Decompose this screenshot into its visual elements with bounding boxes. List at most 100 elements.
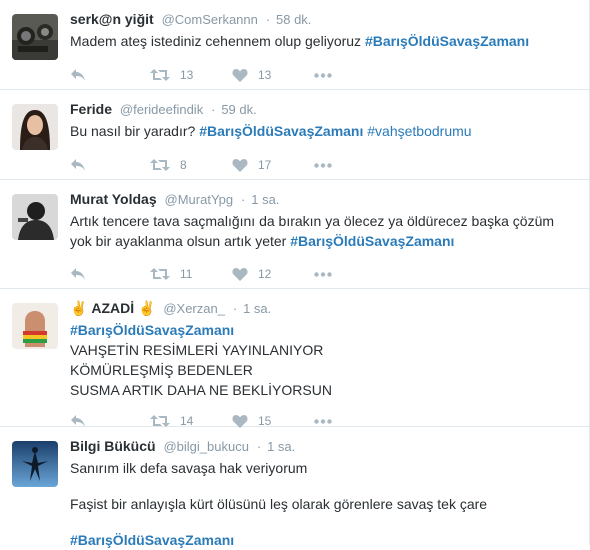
- like-button[interactable]: 12: [232, 267, 314, 281]
- more-button[interactable]: [314, 72, 332, 78]
- display-name[interactable]: Murat Yoldaş: [70, 191, 157, 207]
- heart-icon: [232, 68, 248, 82]
- tweet-body: VAHŞETİN RESİMLERİ YAYINLANIYOR: [70, 342, 324, 358]
- display-name[interactable]: serk@n yiğit: [70, 11, 154, 27]
- retweet-icon: [150, 267, 170, 281]
- reply-button[interactable]: [70, 68, 150, 82]
- tweet-body: Sanırım ilk defa savaşa hak veriyorum: [70, 460, 308, 476]
- tweet-header: Feride @ferideefindik · 59 dk.: [70, 100, 577, 119]
- heart-icon: [232, 267, 248, 281]
- tweet-item[interactable]: serk@n yiğit @ComSerkannn · 58 dk. Madem…: [0, 0, 589, 90]
- username[interactable]: @ferideefindik: [120, 102, 203, 117]
- tweet-body: Bu nasıl bir yaradır?: [70, 123, 196, 139]
- tweet-item[interactable]: Bilgi Bükücü @bilgi_bukucu · 1 sa. Sanır…: [0, 427, 589, 548]
- tweet-header: serk@n yiğit @ComSerkannn · 58 dk.: [70, 10, 577, 29]
- retweet-icon: [150, 68, 170, 82]
- hashtag-link[interactable]: #BarışÖldüSavaşZamanı: [365, 33, 529, 49]
- heart-icon: [232, 414, 248, 428]
- more-icon: [314, 271, 332, 277]
- tweet-timeline: serk@n yiğit @ComSerkannn · 58 dk. Madem…: [0, 0, 590, 548]
- tweet-actions: 11 12: [70, 256, 577, 292]
- tweet-body: Madem ateş istediniz cehennem olup geliy…: [70, 33, 362, 49]
- avatar[interactable]: [12, 104, 58, 150]
- avatar[interactable]: [12, 14, 58, 60]
- like-button[interactable]: 15: [232, 414, 314, 428]
- username[interactable]: @bilgi_bukucu: [163, 439, 248, 454]
- heart-icon: [232, 158, 248, 172]
- tweet-header: Bilgi Bükücü @bilgi_bukucu · 1 sa.: [70, 437, 577, 456]
- tweet-body: SUSMA ARTIK DAHA NE BEKLİYORSUN: [70, 382, 332, 398]
- like-button[interactable]: 17: [232, 158, 314, 172]
- tweet-actions: 13 13: [70, 57, 577, 93]
- more-icon: [314, 418, 332, 424]
- retweet-button[interactable]: 8: [150, 158, 232, 172]
- reply-button[interactable]: [70, 267, 150, 281]
- hashtag-link[interactable]: #BarışÖldüSavaşZamanı: [70, 530, 577, 550]
- reply-icon: [70, 267, 86, 281]
- reply-icon: [70, 414, 86, 428]
- victory-hand-icon: ✌: [138, 300, 156, 316]
- username[interactable]: @MuratYpg: [165, 192, 234, 207]
- separator-dot: ·: [232, 301, 238, 316]
- reply-icon: [70, 158, 86, 172]
- more-icon: [314, 162, 332, 168]
- like-count: 17: [258, 158, 272, 172]
- tweet-body: yok bir ayaklanma olsun artık yeter: [70, 233, 287, 249]
- like-count: 12: [258, 267, 272, 281]
- tweet-header: ✌ AZADİ ✌ @Xerzan_ · 1 sa.: [70, 299, 577, 318]
- tweet-text: Bu nasıl bir yaradır? #BarışÖldüSavaşZam…: [70, 121, 577, 141]
- more-button[interactable]: [314, 271, 332, 277]
- tweet-text: #BarışÖldüSavaşZamanı VAHŞETİN RESİMLERİ…: [70, 320, 577, 400]
- victory-hand-icon: ✌: [70, 300, 88, 316]
- tweet-text: Artık tencere tava saçmalığını da bırakı…: [70, 211, 577, 251]
- hashtag-link[interactable]: #vahşetbodrumu: [367, 123, 471, 139]
- retweet-button[interactable]: 11: [150, 267, 232, 281]
- retweet-icon: [150, 414, 170, 428]
- tweet-body: Artık tencere tava saçmalığını da bırakı…: [70, 213, 555, 229]
- timestamp[interactable]: 1 sa.: [267, 439, 295, 454]
- more-icon: [314, 72, 332, 78]
- separator-dot: ·: [241, 192, 246, 207]
- retweet-count: 14: [180, 414, 194, 428]
- tweet-text: Madem ateş istediniz cehennem olup geliy…: [70, 31, 577, 51]
- retweet-button[interactable]: 13: [150, 68, 232, 82]
- like-count: 13: [258, 68, 272, 82]
- like-count: 15: [258, 414, 272, 428]
- tweet-text: Sanırım ilk defa savaşa hak veriyorum Fa…: [70, 458, 577, 550]
- display-name[interactable]: Feride: [70, 101, 112, 117]
- more-button[interactable]: [314, 418, 332, 424]
- avatar[interactable]: [12, 303, 58, 349]
- hashtag-link[interactable]: #BarışÖldüSavaşZamanı: [290, 233, 454, 249]
- separator-dot: ·: [256, 439, 262, 454]
- retweet-icon: [150, 158, 170, 172]
- tweet-item[interactable]: ✌ AZADİ ✌ @Xerzan_ · 1 sa. #BarışÖldüSav…: [0, 289, 589, 428]
- avatar[interactable]: [12, 194, 58, 240]
- display-name[interactable]: Bilgi Bükücü: [70, 438, 156, 454]
- display-name[interactable]: AZADİ: [91, 300, 134, 316]
- username[interactable]: @Xerzan_: [163, 301, 225, 316]
- retweet-button[interactable]: 14: [150, 414, 232, 428]
- reply-icon: [70, 68, 86, 82]
- timestamp[interactable]: 1 sa.: [251, 192, 279, 207]
- tweet-body: KÖMÜRLEŞMİŞ BEDENLER: [70, 362, 253, 378]
- reply-button[interactable]: [70, 414, 150, 428]
- retweet-count: 8: [180, 158, 187, 172]
- hashtag-link[interactable]: #BarışÖldüSavaşZamanı: [199, 123, 363, 139]
- retweet-count: 11: [180, 267, 193, 281]
- tweet-item[interactable]: Murat Yoldaş @MuratYpg · 1 sa. Artık ten…: [0, 180, 589, 289]
- like-button[interactable]: 13: [232, 68, 314, 82]
- tweet-actions: 8 17: [70, 147, 577, 183]
- timestamp[interactable]: 58 dk.: [276, 12, 311, 27]
- more-button[interactable]: [314, 162, 332, 168]
- tweet-item[interactable]: Feride @ferideefindik · 59 dk. Bu nasıl …: [0, 90, 589, 180]
- retweet-count: 13: [180, 68, 194, 82]
- hashtag-link[interactable]: #BarışÖldüSavaşZamanı: [70, 320, 577, 340]
- timestamp[interactable]: 1 sa.: [243, 301, 271, 316]
- tweet-header: Murat Yoldaş @MuratYpg · 1 sa.: [70, 190, 577, 209]
- avatar[interactable]: [12, 441, 58, 487]
- username[interactable]: @ComSerkannn: [162, 12, 258, 27]
- timestamp[interactable]: 59 dk.: [221, 102, 256, 117]
- reply-button[interactable]: [70, 158, 150, 172]
